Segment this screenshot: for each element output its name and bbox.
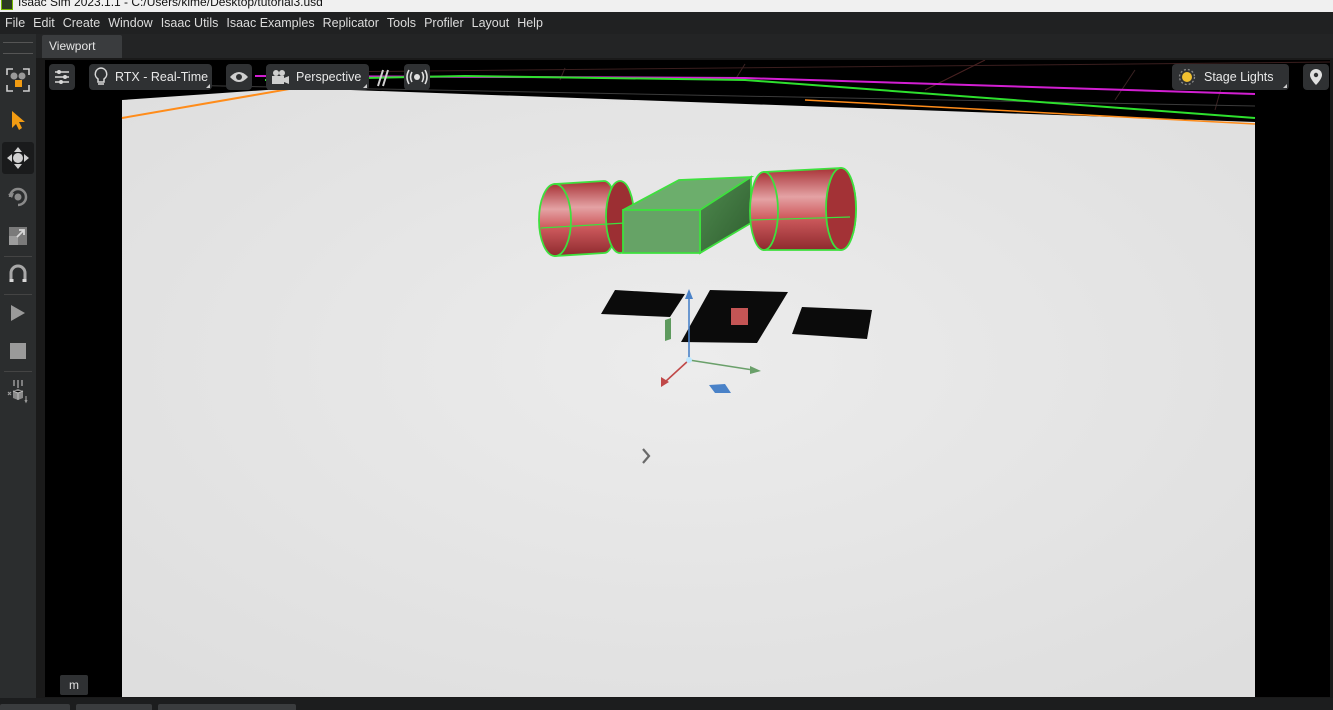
lightbulb-icon (93, 66, 109, 88)
gizmo-center[interactable] (686, 357, 692, 363)
snap-tool-button[interactable] (2, 258, 34, 290)
select-icon (12, 111, 25, 130)
left-wheel-shadow (601, 290, 685, 317)
units-indicator: m (60, 675, 88, 695)
settings-sliders-icon (55, 70, 69, 84)
stop-icon (10, 343, 26, 359)
map-pin-icon (1310, 69, 1322, 85)
menu-create[interactable]: Create (63, 16, 101, 30)
play-icon (11, 305, 25, 321)
move-icon (7, 147, 29, 169)
menu-help[interactable]: Help (517, 16, 543, 30)
location-button[interactable] (1303, 64, 1329, 90)
gizmo-yz-plane[interactable] (731, 308, 748, 325)
toolbar-grip[interactable] (3, 42, 33, 54)
scene-canvas[interactable] (45, 60, 1330, 697)
menu-bar: File Edit Create Window Isaac Utils Isaa… (0, 12, 1333, 34)
menu-tools[interactable]: Tools (387, 16, 416, 30)
camera-selector[interactable]: Perspective (266, 64, 369, 90)
viewport[interactable]: RTX - Real-Time Perspective Stage Lights… (45, 60, 1330, 697)
rotate-icon (8, 187, 28, 207)
visibility-button[interactable] (226, 64, 252, 90)
dropdown-corner-icon (363, 84, 367, 88)
physics-tool-button[interactable] (2, 375, 34, 407)
bottom-tab[interactable] (76, 704, 152, 710)
streaming-button[interactable] (404, 64, 430, 90)
camera-icon (270, 66, 290, 88)
rotate-tool-button[interactable] (2, 181, 34, 213)
right-wheel-shadow (792, 307, 872, 339)
dropdown-corner-icon (1283, 84, 1287, 88)
tool-separator (4, 371, 32, 372)
tool-separator (4, 256, 32, 257)
bottom-panel-tabs (0, 698, 1333, 710)
menu-layout[interactable]: Layout (472, 16, 510, 30)
tool-separator (4, 294, 32, 295)
camera-label: Perspective (296, 70, 362, 84)
dropdown-corner-icon (206, 84, 210, 88)
tool-strip (0, 34, 36, 710)
scale-icon (9, 227, 27, 245)
bottom-tab[interactable] (0, 704, 70, 710)
window-titlebar: Isaac Sim 2023.1.1 - C:/Users/kime/Deskt… (0, 0, 1333, 12)
bottom-tab[interactable] (158, 704, 296, 710)
select-tool-button[interactable] (2, 104, 34, 136)
play-button[interactable] (2, 297, 34, 329)
menu-file[interactable]: File (5, 16, 25, 30)
menu-window[interactable]: Window (108, 16, 152, 30)
stage-lights-selector[interactable]: Stage Lights (1172, 64, 1289, 90)
select-mode-icon (6, 68, 30, 92)
snap-icon (9, 264, 27, 282)
stage-lights-label: Stage Lights (1204, 70, 1274, 84)
select-mode-button[interactable] (2, 64, 34, 96)
gizmo-xz-plane[interactable] (665, 318, 671, 341)
isaac-sim-window: Isaac Sim 2023.1.1 - C:/Users/kime/Deskt… (0, 0, 1333, 710)
app-logo-icon (1, 0, 13, 10)
sun-icon (1176, 66, 1198, 88)
toolbar-expand-icon[interactable] (373, 66, 391, 88)
move-tool-button[interactable] (2, 142, 34, 174)
broadcast-icon (406, 69, 428, 85)
menu-edit[interactable]: Edit (33, 16, 55, 30)
menu-isaac-utils[interactable]: Isaac Utils (161, 16, 219, 30)
renderer-label: RTX - Real-Time (115, 70, 209, 84)
left-wheel[interactable] (538, 180, 635, 257)
eye-icon (230, 72, 248, 82)
physics-icon (7, 380, 28, 404)
tab-viewport-label: Viewport (49, 39, 96, 53)
stop-button[interactable] (2, 335, 34, 367)
viewport-tab-strip: Viewport (36, 34, 1333, 58)
renderer-selector[interactable]: RTX - Real-Time (89, 64, 212, 90)
menu-profiler[interactable]: Profiler (424, 16, 464, 30)
window-title: Isaac Sim 2023.1.1 - C:/Users/kime/Deskt… (18, 0, 323, 9)
tab-viewport[interactable]: Viewport (42, 35, 122, 58)
right-wheel[interactable] (749, 167, 857, 251)
scale-tool-button[interactable] (2, 220, 34, 252)
menu-isaac-examples[interactable]: Isaac Examples (226, 16, 314, 30)
menu-replicator[interactable]: Replicator (323, 16, 379, 30)
viewport-settings-button[interactable] (49, 64, 75, 90)
